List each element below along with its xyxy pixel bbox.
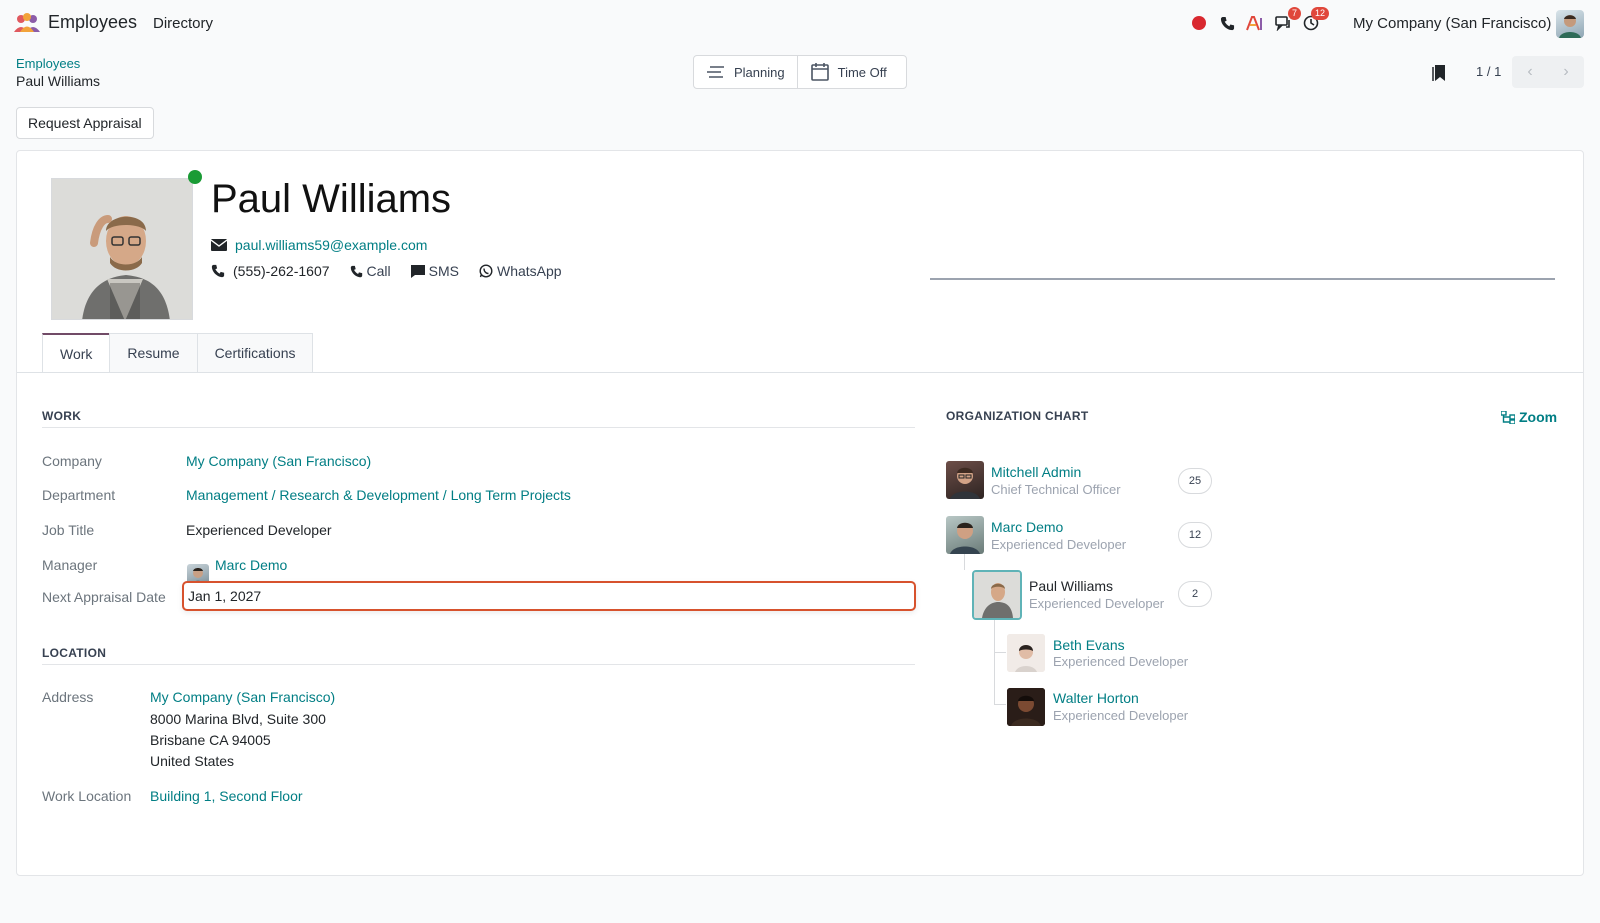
breadcrumb-employees[interactable]: Employees [16, 56, 80, 71]
org-name-paul: Paul Williams [1029, 578, 1114, 594]
org-chart-title: ORGANIZATION CHART [946, 409, 1089, 423]
planning-label: Planning [734, 64, 785, 80]
work-section-divider [42, 427, 915, 428]
pager-next-icon[interactable]: › [1548, 56, 1584, 88]
address-line-3: United States [150, 753, 235, 769]
pager-value[interactable]: 1 / 1 [1476, 64, 1501, 79]
org-title-beth: Experienced Developer [1053, 654, 1189, 669]
call-icon [350, 265, 362, 277]
org-avatar-paul[interactable] [972, 570, 1022, 620]
ai-icon[interactable] [1241, 12, 1269, 34]
zoom-label: Zoom [1519, 409, 1558, 425]
email-row: paul.williams59@example.com [211, 237, 427, 253]
smart-buttons: Planning Time Off [693, 55, 907, 89]
address-label: Address [42, 689, 94, 705]
calendar-icon [810, 63, 829, 81]
planning-button[interactable]: Planning [694, 56, 797, 88]
whatsapp-button[interactable]: WhatsApp [479, 263, 562, 279]
job-title-value[interactable]: Experienced Developer [186, 522, 332, 538]
call-label: Call [366, 263, 391, 279]
address-line-2: Brisbane CA 94005 [150, 732, 271, 748]
department-value[interactable]: Management / Research & Development / Lo… [186, 487, 571, 503]
address-line-1: 8000 Marina Blvd, Suite 300 [150, 711, 326, 727]
org-name-beth[interactable]: Beth Evans [1053, 637, 1125, 653]
work-location-value[interactable]: Building 1, Second Floor [150, 788, 303, 804]
phone-row: (555)-262-1607 Call SMS WhatsApp [211, 263, 562, 279]
record-icon[interactable] [1185, 12, 1213, 34]
company-label: Company [42, 453, 102, 469]
pager-previous-icon[interactable]: ‹ [1512, 56, 1548, 88]
org-connector [994, 704, 1006, 705]
tabs-divider [17, 372, 1583, 373]
messages-icon[interactable]: 7 [1269, 7, 1301, 34]
company-value[interactable]: My Company (San Francisco) [186, 453, 371, 469]
employee-photo[interactable] [51, 178, 193, 320]
top-navbar: Employees Directory 7 12 My Company (San… [0, 0, 1600, 46]
org-title-mitchell: Chief Technical Officer [991, 482, 1121, 497]
call-button[interactable]: Call [350, 263, 391, 279]
org-avatar-mitchell[interactable] [946, 461, 984, 499]
org-connector [994, 610, 995, 704]
org-name-mitchell[interactable]: Mitchell Admin [991, 464, 1081, 480]
sms-label: SMS [428, 263, 459, 279]
next-appraisal-date-input[interactable]: Jan 1, 2027 [182, 581, 916, 611]
time-off-label: Time Off [837, 64, 887, 80]
presence-status-icon [188, 170, 202, 184]
bookmark-icon[interactable] [1432, 64, 1446, 82]
whatsapp-label: WhatsApp [496, 263, 562, 279]
tab-certifications[interactable]: Certifications [196, 333, 314, 373]
company-switcher[interactable]: My Company (San Francisco) [1353, 15, 1551, 32]
manager-label: Manager [42, 557, 98, 573]
email-link[interactable]: paul.williams59@example.com [235, 237, 427, 253]
activities-icon[interactable]: 12 [1297, 7, 1329, 34]
org-title-walter: Experienced Developer [1053, 708, 1189, 723]
org-chart-zoom-button[interactable]: Zoom [1501, 409, 1557, 425]
breadcrumb-current: Paul Williams [16, 73, 101, 89]
department-label: Department [42, 487, 116, 503]
org-avatar-walter[interactable] [1007, 688, 1045, 726]
org-avatar-marc[interactable] [946, 516, 984, 554]
app-name[interactable]: Employees [48, 12, 137, 33]
phone-icon[interactable] [1213, 12, 1241, 34]
work-location-label: Work Location [42, 788, 132, 804]
location-section-divider [42, 664, 915, 665]
form-sheet: Paul Williams paul.williams59@example.co… [16, 150, 1584, 876]
form-tabs: Work Resume Certifications [42, 333, 314, 373]
org-title-marc: Experienced Developer [991, 537, 1127, 552]
next-appraisal-label: Next Appraisal Date [42, 589, 166, 605]
tab-resume[interactable]: Resume [109, 333, 198, 373]
time-off-button[interactable]: Time Off [796, 56, 899, 88]
pager-nav: ‹ › [1512, 56, 1584, 88]
phone-icon [211, 264, 225, 278]
location-section-title: LOCATION [42, 646, 107, 660]
menu-directory[interactable]: Directory [153, 15, 213, 32]
activities-badge: 12 [1310, 7, 1329, 20]
org-title-paul: Experienced Developer [1029, 596, 1165, 611]
user-avatar[interactable] [1556, 10, 1584, 38]
sms-icon [410, 264, 425, 278]
manager-value[interactable]: Marc Demo [215, 557, 287, 573]
org-connector [994, 652, 1006, 653]
job-title-label: Job Title [42, 522, 95, 538]
org-count-paul[interactable]: 2 [1178, 581, 1212, 607]
org-avatar-beth[interactable] [1007, 634, 1045, 672]
tab-work[interactable]: Work [42, 333, 111, 373]
org-chart-divider [930, 278, 1555, 280]
planning-icon [707, 66, 724, 78]
hierarchy-icon [1501, 410, 1515, 424]
work-section-title: WORK [42, 409, 82, 423]
phone-number[interactable]: (555)-262-1607 [233, 263, 330, 279]
org-count-marc[interactable]: 12 [1178, 522, 1212, 548]
request-appraisal-button[interactable]: Request Appraisal [16, 107, 154, 139]
sms-button[interactable]: SMS [410, 263, 459, 279]
employee-name[interactable]: Paul Williams [211, 177, 451, 222]
systray: 7 12 [1185, 7, 1329, 34]
employees-app-icon[interactable] [13, 13, 41, 33]
org-name-walter[interactable]: Walter Horton [1053, 690, 1139, 706]
address-company-link[interactable]: My Company (San Francisco) [150, 689, 335, 705]
whatsapp-icon [479, 264, 493, 278]
envelope-icon [211, 239, 227, 251]
org-count-mitchell[interactable]: 25 [1178, 468, 1212, 494]
org-name-marc[interactable]: Marc Demo [991, 519, 1063, 535]
